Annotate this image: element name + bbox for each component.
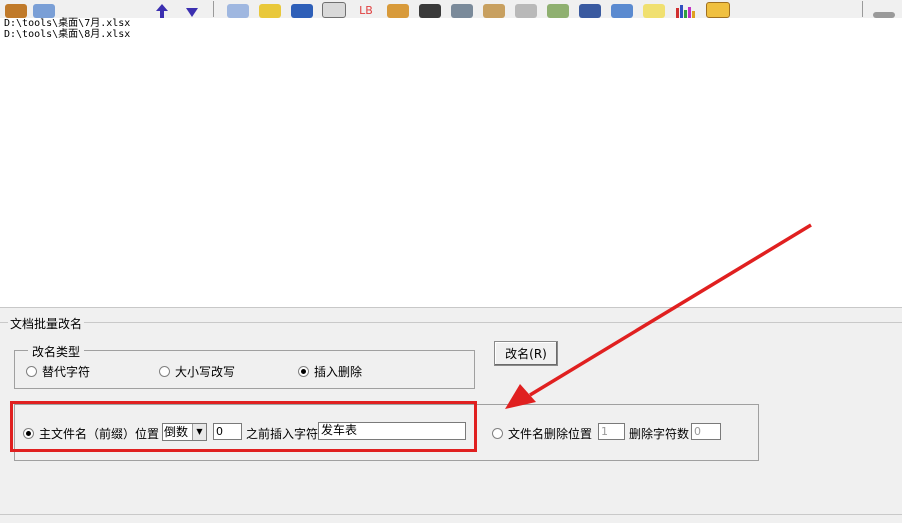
letter-case-icon[interactable]: LB [352,0,380,18]
network-icon[interactable] [544,0,572,18]
highlight-box [10,401,477,452]
screen-icon[interactable] [608,0,636,18]
delete-position-input[interactable]: 1 [598,423,625,440]
toolbar-separator [213,1,214,17]
calendar-icon[interactable] [704,0,732,18]
radio-dot [159,366,170,377]
arrow-down-icon[interactable] [178,0,206,18]
tag-icon[interactable] [480,0,508,18]
checklist-icon[interactable] [320,0,348,18]
disk-icon[interactable] [448,0,476,18]
key-icon[interactable] [870,0,898,18]
list-item[interactable]: D:\tools\桌面\7月.xlsx [0,18,902,29]
delete-count-label: 删除字符数 [629,427,690,441]
radio-dot-selected [298,366,309,377]
radio-delete-mode[interactable]: 文件名删除位置 [492,425,592,442]
toolbar-separator [862,1,863,17]
placeholder-icon [62,0,90,18]
arrow-up-icon[interactable] [148,0,176,18]
bar-chart-icon[interactable] [672,0,700,18]
rename-type-title: 改名类型 [28,343,85,360]
open-icon[interactable] [2,0,30,18]
folder-icon[interactable] [256,0,284,18]
pencil-icon[interactable] [384,0,412,18]
printer-icon[interactable] [512,0,540,18]
delete-count-input[interactable]: 0 [691,423,721,440]
rename-icon[interactable] [416,0,444,18]
group-title: 文档批量改名 [8,315,85,332]
bottom-divider [0,514,902,515]
rename-button[interactable]: 改名(R) [494,341,558,366]
radio-dot [26,366,37,377]
spreadsheet-icon[interactable] [224,0,252,18]
document-icon[interactable] [640,0,668,18]
file-list[interactable]: D:\tools\桌面\7月.xlsx D:\tools\桌面\8月.xlsx [0,18,902,308]
radio-case[interactable]: 大小写改写 [159,363,235,380]
monitor-icon[interactable] [576,0,604,18]
radio-replace[interactable]: 替代字符 [26,363,90,380]
list-item[interactable]: D:\tools\桌面\8月.xlsx [0,29,902,40]
toolbox-icon[interactable] [30,0,58,18]
name-icon[interactable] [288,0,316,18]
group-divider [0,322,902,323]
toolbar: LB [0,0,902,18]
radio-dot [492,428,503,439]
radio-insert-delete[interactable]: 插入删除 [298,363,362,380]
